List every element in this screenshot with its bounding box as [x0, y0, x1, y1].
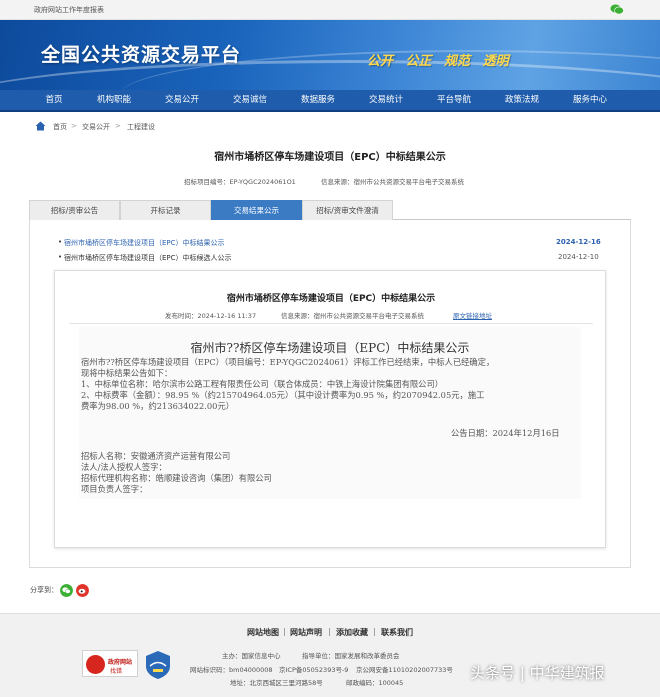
- wechat-icon[interactable]: [610, 4, 624, 15]
- project-number: 招标项目编号：EP-YQGC2024061O1: [184, 178, 296, 186]
- nav-item-platform-nav[interactable]: 平台导航: [422, 90, 486, 110]
- nav-item-credit[interactable]: 交易诚信: [218, 90, 282, 110]
- footer-host: 主办：国家信息中心: [222, 652, 281, 660]
- footer: 网站地图 | 网站声明 | 添加收藏 | 联系我们 政府网站 找错 主办：国家信…: [0, 613, 660, 697]
- nav-item-trading-public[interactable]: 交易公开: [150, 90, 214, 110]
- tenderer-name: 招标人名称：安徽通济资产运营有限公司: [81, 451, 231, 461]
- notice-box: 宿州市埇桥区停车场建设项目（EPC）中标结果公示 发布时间：2024-12-16…: [54, 270, 606, 548]
- tab-bar: 招标/资审公告 开标记录 交易结果公示 招标/资审文件澄清: [29, 200, 631, 220]
- nav-item-statistics[interactable]: 交易统计: [354, 90, 418, 110]
- top-bar: 政府网站工作年度报表: [0, 0, 660, 20]
- footer-postcode: 邮政编码：100045: [346, 679, 404, 687]
- nav-item-functions[interactable]: 机构职能: [82, 90, 146, 110]
- notice-title: 宿州市埇桥区停车场建设项目（EPC）中标结果公示: [226, 294, 436, 304]
- tab-trading-result[interactable]: 交易结果公示: [211, 200, 302, 220]
- document-line: 2、中标费率（金额）：98.95 %（约215704964.05元）（其中设计费…: [81, 390, 485, 400]
- list-bullet: •: [58, 238, 63, 246]
- watermark: 头条号 | 中华建筑报: [470, 664, 605, 682]
- nav-item-home[interactable]: 首页: [22, 90, 86, 110]
- footer-separator: |: [328, 627, 331, 636]
- wechat-share-icon[interactable]: [60, 584, 73, 597]
- breadcrumb-separator: >: [71, 122, 77, 130]
- footer-guide: 指导单位：国家发展和改革委员会: [302, 652, 400, 660]
- gov-badge-text: 找错: [110, 668, 123, 675]
- project-lead-signature: 项目负责人签字：: [81, 484, 148, 494]
- breadcrumb-engineering[interactable]: 工程建设: [127, 122, 155, 132]
- site-slogan: 公开 公正 规范 透明: [367, 54, 509, 69]
- party-gov-org-icon[interactable]: [145, 650, 171, 680]
- tab-doc-clarification[interactable]: 招标/资审文件澄清: [302, 200, 393, 220]
- list-bullet: •: [58, 253, 63, 261]
- agency-name: 招标代理机构名称：皓顺建设咨询（集团）有限公司: [81, 473, 272, 483]
- nav-item-service-center[interactable]: 服务中心: [558, 90, 622, 110]
- list-item-title[interactable]: 宿州市埇桥区停车场建设项目（EPC）中标候选人公示: [64, 253, 232, 263]
- share-label: 分享到：: [30, 586, 58, 594]
- document-title: 宿州市??桥区停车场建设项目（EPC）中标结果公示: [190, 341, 470, 355]
- footer-separator: |: [283, 627, 286, 636]
- tab-tender-notice[interactable]: 招标/资审公告: [29, 200, 120, 220]
- document-line: 宿州市??桥区停车场建设项目（EPC）（项目编号：EP-YQGC2024061）…: [81, 357, 495, 367]
- notice-info-source: 信息来源：宿州市公共资源交易平台电子交易系统: [281, 312, 424, 320]
- document-line: 费率为98.00 %，约213634022.00元）: [81, 401, 235, 411]
- footer-separator: |: [373, 627, 376, 636]
- list-item-date: 2024-12-10: [558, 253, 599, 261]
- page-title: 宿州市埇桥区停车场建设项目（EPC）中标结果公示: [214, 152, 446, 163]
- annual-report-link[interactable]: 政府网站工作年度报表: [34, 5, 104, 15]
- divider: [69, 323, 593, 324]
- tab-bid-opening[interactable]: 开标记录: [120, 200, 211, 220]
- site-title[interactable]: 全国公共资源交易平台: [41, 40, 241, 67]
- home-icon[interactable]: [35, 121, 46, 131]
- gov-badge-text: 政府网站: [108, 659, 133, 666]
- list-item-title[interactable]: 宿州市埇桥区停车场建设项目（EPC）中标结果公示: [64, 238, 225, 248]
- footer-link-bookmark[interactable]: 添加收藏: [336, 627, 368, 638]
- legal-rep-signature: 法人/法人授权人签字：: [81, 462, 167, 472]
- announcement-date: 公告日期：2024年12月16日: [451, 428, 560, 438]
- footer-site-id: 网站标识码：bm04000008: [190, 666, 273, 674]
- national-emblem-icon: [86, 655, 105, 674]
- footer-link-sitemap[interactable]: 网站地图: [247, 627, 279, 638]
- gov-website-error-badge[interactable]: 政府网站 找错: [82, 650, 138, 677]
- breadcrumb-trading-public[interactable]: 交易公开: [82, 122, 110, 132]
- main-nav: 首页 机构职能 交易公开 交易诚信 数据服务 交易统计 平台导航 政策法规 服务…: [0, 90, 660, 112]
- footer-link-contact[interactable]: 联系我们: [381, 627, 413, 638]
- list-item[interactable]: • 宿州市埇桥区停车场建设项目（EPC）中标结果公示 2024-12-16: [58, 238, 608, 249]
- nav-item-policy[interactable]: 政策法规: [490, 90, 554, 110]
- notice-publish-time: 发布时间：2024-12-16 11:37: [165, 312, 257, 320]
- announcement-document: 宿州市??桥区停车场建设项目（EPC）中标结果公示 宿州市??桥区停车场建设项目…: [79, 327, 581, 499]
- breadcrumb-separator: >: [115, 122, 121, 130]
- footer-link-statement[interactable]: 网站声明: [290, 627, 322, 638]
- breadcrumb-home[interactable]: 首页: [53, 122, 67, 132]
- list-item[interactable]: • 宿州市埇桥区停车场建设项目（EPC）中标候选人公示 2024-12-10: [58, 253, 608, 264]
- original-link[interactable]: 原文链接地址: [453, 310, 492, 320]
- footer-icp[interactable]: 京ICP备05052393号-9: [279, 664, 348, 674]
- info-source: 信息来源：宿州市公共资源交易平台电子交易系统: [321, 178, 464, 186]
- list-item-date: 2024-12-16: [556, 238, 601, 246]
- weibo-share-icon[interactable]: [76, 584, 89, 597]
- document-line: 现将中标结果公告如下：: [81, 368, 173, 378]
- footer-address: 地址：北京西城区三里河路58号: [230, 679, 323, 687]
- site-banner: 全国公共资源交易平台 公开 公正 规范 透明: [0, 20, 660, 90]
- nav-item-data-service[interactable]: 数据服务: [286, 90, 350, 110]
- footer-police[interactable]: 京公网安备11010202007733号: [356, 664, 453, 674]
- document-line: 1、中标单位名称：哈尔滨市公路工程有限责任公司（联合体成员：中铁上海设计院集团有…: [81, 379, 444, 389]
